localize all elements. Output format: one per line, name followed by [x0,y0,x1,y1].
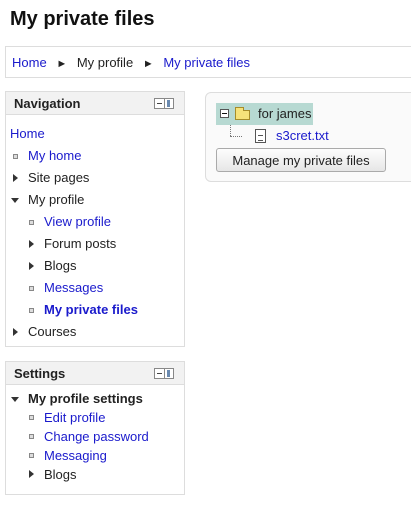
dock-block-icon[interactable] [165,98,174,109]
expand-arrow-icon [29,262,34,270]
settings-edit-profile-link[interactable]: Edit profile [44,410,105,425]
breadcrumb-home-link[interactable]: Home [12,55,47,70]
collapse-arrow-icon [11,198,19,203]
folder-icon [235,107,250,120]
settings-block-header: Settings [6,362,184,385]
expand-arrow-icon [13,328,18,336]
nav-messages-link[interactable]: Messages [44,280,103,295]
file-link[interactable]: s3cret.txt [276,128,329,143]
settings-change-password-link[interactable]: Change password [44,429,149,444]
nav-my-profile[interactable]: My profile [10,189,180,211]
nav-my-home-link[interactable]: My home [28,148,81,163]
navigation-block-title: Navigation [14,96,81,111]
nav-site-pages-label: Site pages [28,170,90,185]
collapse-arrow-icon [11,397,19,402]
nav-blogs[interactable]: Blogs [10,255,180,277]
expand-arrow-icon [29,240,34,248]
private-files-panel: for james s3cret.txt Manage my private f… [205,92,411,182]
settings-messaging-link[interactable]: Messaging [44,448,107,463]
nav-site-pages[interactable]: Site pages [10,167,180,189]
collapse-folder-icon[interactable] [220,109,229,118]
bullet-icon [29,286,34,291]
settings-my-profile-settings[interactable]: My profile settings [10,389,180,408]
bullet-icon [13,154,18,159]
breadcrumb: Home ► My profile ► My private files [5,46,411,78]
breadcrumb-my-profile: My profile [76,55,134,70]
settings-blogs[interactable]: Blogs [10,465,180,484]
tree-connector [230,136,242,137]
nav-view-profile-link[interactable]: View profile [44,214,111,229]
bullet-icon [29,453,34,458]
nav-home-link[interactable]: Home [10,126,45,141]
navigation-block-header: Navigation [6,92,184,115]
settings-my-profile-settings-label: My profile settings [28,391,143,406]
minimize-block-icon[interactable] [154,98,165,109]
nav-my-private-files-link[interactable]: My private files [44,302,138,317]
nav-courses-label: Courses [28,324,77,339]
dock-block-icon[interactable] [165,368,174,379]
page-title: My private files [10,8,155,30]
navigation-block: Navigation Home My home Site pages My pr… [5,91,185,347]
bullet-icon [29,434,34,439]
minimize-block-icon[interactable] [154,368,165,379]
nav-forum-posts[interactable]: Forum posts [10,233,180,255]
folder-name: for james [258,106,312,121]
bullet-icon [29,308,34,313]
breadcrumb-separator: ► [56,58,68,70]
text-file-icon [255,129,266,143]
nav-courses[interactable]: Courses [10,321,180,343]
nav-my-profile-label: My profile [28,192,85,207]
manage-private-files-button[interactable]: Manage my private files [216,148,386,172]
bullet-icon [29,415,34,420]
nav-forum-posts-label: Forum posts [44,236,117,251]
tree-connector [230,125,231,136]
breadcrumb-separator: ► [142,58,154,70]
folder-row[interactable]: for james [216,103,313,125]
breadcrumb-my-private-files-link[interactable]: My private files [163,55,250,70]
bullet-icon [29,220,34,225]
expand-arrow-icon [29,470,34,478]
settings-block-title: Settings [14,366,66,381]
settings-block: Settings My profile settings Edit profil… [5,361,185,495]
expand-arrow-icon [13,174,18,182]
nav-blogs-label: Blogs [44,258,77,273]
settings-blogs-label: Blogs [44,467,77,482]
